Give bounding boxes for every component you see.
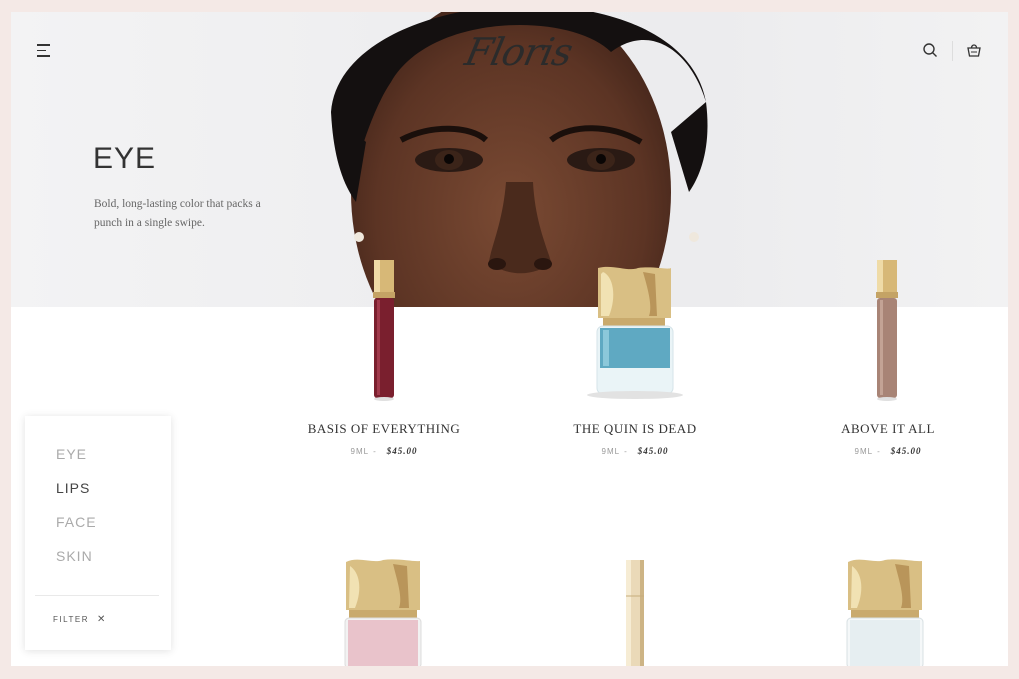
- product-card-basis-of-everything[interactable]: BASIS OF EVERYTHING 9ML - $45.00: [274, 421, 494, 456]
- category-filter-panel: EYE LIPS FACE SKIN FILTER ✕: [25, 416, 171, 650]
- product-separator: -: [624, 447, 628, 456]
- header-divider: [952, 41, 953, 61]
- product-image-the-quin-is-dead[interactable]: [583, 266, 688, 401]
- brand-logo[interactable]: Floris: [461, 30, 576, 74]
- product-image-gold-tube[interactable]: [622, 558, 648, 666]
- category-skin[interactable]: SKIN: [56, 548, 93, 564]
- category-lips[interactable]: LIPS: [56, 480, 90, 496]
- product-size: 9ML: [350, 447, 370, 456]
- panel-divider: [35, 595, 159, 596]
- product-price: $45.00: [386, 446, 418, 456]
- filter-label: FILTER: [53, 615, 89, 624]
- product-image-above-it-all[interactable]: [872, 260, 902, 405]
- page-title: EYE: [93, 142, 157, 175]
- close-icon[interactable]: ✕: [97, 614, 107, 625]
- page-description: Bold, long-lasting color that packs a pu…: [94, 198, 261, 229]
- product-meta: 9ML - $45.00: [778, 446, 998, 456]
- product-meta: 9ML - $45.00: [525, 446, 745, 456]
- search-icon[interactable]: [922, 42, 940, 60]
- product-name[interactable]: BASIS OF EVERYTHING: [274, 421, 494, 437]
- product-meta: 9ML - $45.00: [274, 446, 494, 456]
- hero-banner: Floris EYE Bold, long-lasting color that…: [11, 12, 1008, 307]
- product-price: $45.00: [637, 446, 669, 456]
- product-image-clear-polish[interactable]: [845, 558, 925, 666]
- filter-toggle-button[interactable]: FILTER ✕: [53, 614, 107, 625]
- product-price: $45.00: [890, 446, 922, 456]
- product-card-above-it-all[interactable]: ABOVE IT ALL 9ML - $45.00: [778, 421, 998, 456]
- page: Floris EYE Bold, long-lasting color that…: [11, 12, 1008, 666]
- product-card-the-quin-is-dead[interactable]: THE QUIN IS DEAD 9ML - $45.00: [525, 421, 745, 456]
- product-separator: -: [373, 447, 377, 456]
- product-image-pink-polish[interactable]: [343, 558, 423, 666]
- product-separator: -: [877, 447, 881, 456]
- product-image-basis-of-everything[interactable]: [369, 260, 399, 405]
- bag-icon[interactable]: [966, 42, 984, 60]
- hamburger-icon[interactable]: [37, 44, 53, 58]
- category-face[interactable]: FACE: [56, 514, 97, 530]
- category-eye[interactable]: EYE: [56, 446, 87, 462]
- product-size: 9ML: [601, 447, 621, 456]
- product-name[interactable]: THE QUIN IS DEAD: [525, 421, 745, 437]
- product-name[interactable]: ABOVE IT ALL: [778, 421, 998, 437]
- product-size: 9ML: [854, 447, 874, 456]
